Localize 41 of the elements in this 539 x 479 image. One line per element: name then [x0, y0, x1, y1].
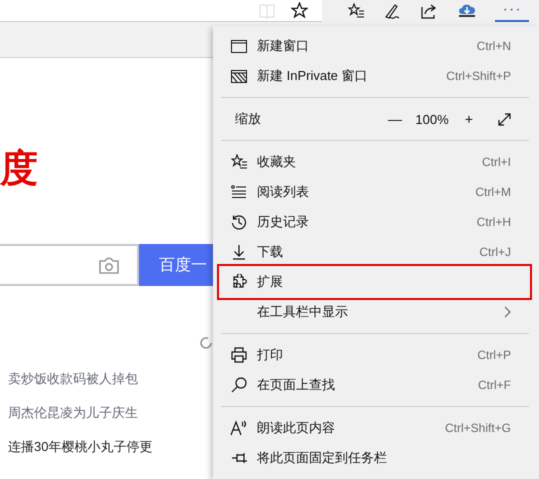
menu-item[interactable]: 将此页面固定到任务栏 [213, 443, 533, 473]
search-field[interactable] [0, 244, 139, 286]
star-icon[interactable] [291, 2, 308, 19]
menu-item[interactable]: 朗读此页内容 Ctrl+Shift+G [213, 413, 533, 443]
fullscreen-icon[interactable] [498, 112, 511, 126]
zoom-out-button[interactable]: — [382, 111, 408, 127]
cloud-download-icon[interactable] [458, 4, 476, 18]
reading-list-icon [231, 185, 247, 199]
zoom-in-button[interactable]: + [456, 111, 482, 127]
menu-item[interactable]: 在工具栏中显示 [213, 297, 533, 327]
refresh-icon[interactable] [199, 336, 213, 350]
puzzle-icon [231, 274, 247, 290]
zoom-level: 100% [414, 112, 450, 126]
news-link[interactable]: 卖炒饭收款码被人掉包 [8, 362, 213, 396]
menu-item[interactable]: 新建窗口 Ctrl+N [213, 31, 533, 61]
history-icon [231, 214, 247, 230]
news-link[interactable]: 周杰伦昆凌为儿子庆生 [8, 396, 213, 430]
download-icon [232, 244, 246, 260]
menu-item[interactable]: 阅读列表 Ctrl+M [213, 177, 533, 207]
news-link[interactable]: 连播30年樱桃小丸子停更 [8, 430, 213, 464]
pen-icon[interactable] [384, 2, 402, 20]
menu-item[interactable]: 历史记录 Ctrl+H [213, 207, 533, 237]
private-window-icon [231, 70, 247, 82]
menu-item[interactable]: 打印 Ctrl+P [213, 340, 533, 370]
menu-item[interactable]: 下载 Ctrl+J [213, 237, 533, 267]
pin-icon [230, 452, 248, 464]
camera-icon[interactable] [99, 256, 119, 274]
print-icon [231, 347, 247, 363]
favorites-icon [230, 154, 248, 170]
menu-item[interactable]: 新建 InPrivate 窗口 Ctrl+Shift+P [213, 61, 533, 91]
menu-item[interactable]: 扩展 [218, 265, 531, 299]
menu-item[interactable]: 在页面上查找 Ctrl+F [213, 370, 533, 400]
chevron-right-icon [504, 306, 511, 318]
favorites-icon[interactable] [348, 3, 365, 19]
read-aloud-icon [230, 420, 248, 436]
menu-item[interactable]: 收藏夹 Ctrl+I [213, 147, 533, 177]
search-button[interactable]: 百度一 [139, 244, 213, 286]
share-icon[interactable] [420, 3, 438, 19]
window-icon [231, 40, 247, 52]
zoom-label: 缩放 [235, 110, 262, 128]
search-icon [231, 377, 247, 393]
